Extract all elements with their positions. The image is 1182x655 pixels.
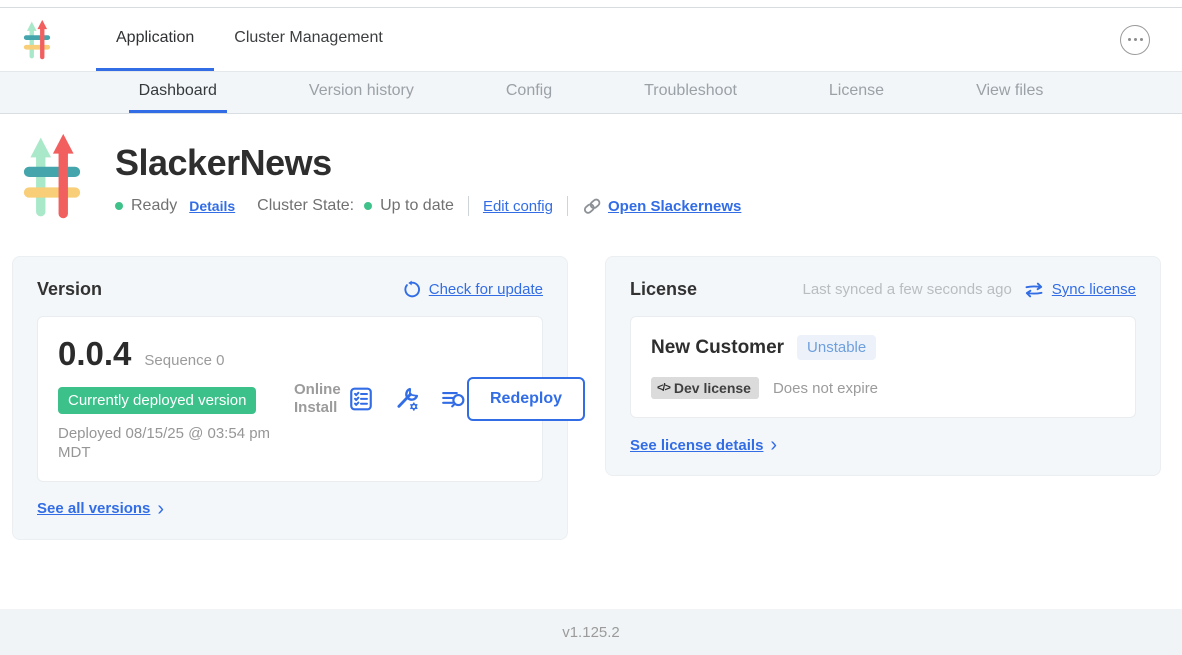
slackernews-logo-large xyxy=(22,132,82,222)
divider xyxy=(567,196,568,216)
tab-license[interactable]: License xyxy=(819,72,894,113)
tab-version-history[interactable]: Version history xyxy=(299,72,424,113)
sync-license-link[interactable]: Sync license xyxy=(1052,281,1136,298)
dashboard-cards: Version Check for update 0.0.4 Sequence … xyxy=(12,256,1162,540)
overflow-menu-icon[interactable] xyxy=(1120,25,1150,55)
preflight-checks-icon[interactable] xyxy=(348,386,374,412)
header-spacer xyxy=(403,8,1120,71)
open-slackernews-link[interactable]: Open Slackernews xyxy=(608,198,741,215)
license-card: License Last synced a few seconds ago Sy… xyxy=(605,256,1161,476)
sync-icon xyxy=(1024,281,1044,299)
link-icon xyxy=(582,196,602,216)
deployed-status-badge: Currently deployed version xyxy=(58,387,256,414)
code-icon: </> xyxy=(657,382,670,394)
main-nav: Application Cluster Management xyxy=(96,8,403,71)
refresh-icon xyxy=(402,280,421,299)
last-synced-text: Last synced a few seconds ago xyxy=(802,281,1011,298)
page-title: SlackerNews xyxy=(115,142,741,184)
open-app-group: Open Slackernews xyxy=(582,196,741,216)
version-number: 0.0.4 xyxy=(58,335,131,373)
console-version: v1.125.2 xyxy=(562,624,620,641)
cluster-state-text: Up to date xyxy=(380,197,454,215)
redeploy-button[interactable]: Redeploy xyxy=(467,377,585,421)
divider xyxy=(468,196,469,216)
current-version-panel: 0.0.4 Sequence 0 Currently deployed vers… xyxy=(37,316,543,482)
tab-view-files[interactable]: View files xyxy=(966,72,1053,113)
license-panel: New Customer Unstable </> Dev license Do… xyxy=(630,316,1136,418)
status-details-link[interactable]: Details xyxy=(189,198,235,214)
tab-application[interactable]: Application xyxy=(96,8,214,71)
chevron-right-icon: › xyxy=(770,435,777,455)
view-diff-icon[interactable] xyxy=(440,386,467,412)
chevron-right-icon: › xyxy=(157,499,164,519)
license-type-label: Dev license xyxy=(674,380,751,396)
tab-troubleshoot[interactable]: Troubleshoot xyxy=(634,72,747,113)
app-status-row: Ready Details Cluster State: Up to date … xyxy=(115,196,741,216)
license-expiry: Does not expire xyxy=(773,380,878,397)
slackernews-logo-icon xyxy=(22,19,52,61)
console-footer: v1.125.2 xyxy=(0,609,1182,655)
cluster-state-dot xyxy=(364,202,372,210)
tab-dashboard[interactable]: Dashboard xyxy=(129,72,227,113)
edit-config-link[interactable]: Edit config xyxy=(483,198,553,215)
see-all-versions-link[interactable]: See all versions xyxy=(37,500,150,517)
app-status-dot xyxy=(115,202,123,210)
tab-cluster-management[interactable]: Cluster Management xyxy=(214,8,403,71)
deployed-timestamp: Deployed 08/15/25 @ 03:54 pm MDT xyxy=(58,425,276,463)
license-type-tag: </> Dev license xyxy=(651,377,759,399)
tab-config[interactable]: Config xyxy=(496,72,562,113)
top-divider xyxy=(0,0,1182,8)
version-card: Version Check for update 0.0.4 Sequence … xyxy=(12,256,568,540)
app-title-block: SlackerNews Ready Details Cluster State:… xyxy=(22,132,1160,222)
version-sequence: Sequence 0 xyxy=(144,352,224,369)
check-for-update-link[interactable]: Check for update xyxy=(429,281,543,298)
app-header-bar: Application Cluster Management xyxy=(0,8,1182,71)
license-card-title: License xyxy=(630,279,697,300)
install-type-label: Online Install xyxy=(294,381,348,417)
configure-wrench-icon[interactable] xyxy=(394,386,420,412)
app-status-text: Ready xyxy=(131,197,177,215)
see-license-details-link[interactable]: See license details xyxy=(630,437,763,454)
version-card-title: Version xyxy=(37,279,102,300)
channel-badge: Unstable xyxy=(797,335,876,360)
app-subnav: Dashboard Version history Config Trouble… xyxy=(0,71,1182,114)
cluster-state-label: Cluster State: xyxy=(257,197,354,215)
customer-name: New Customer xyxy=(651,337,784,359)
